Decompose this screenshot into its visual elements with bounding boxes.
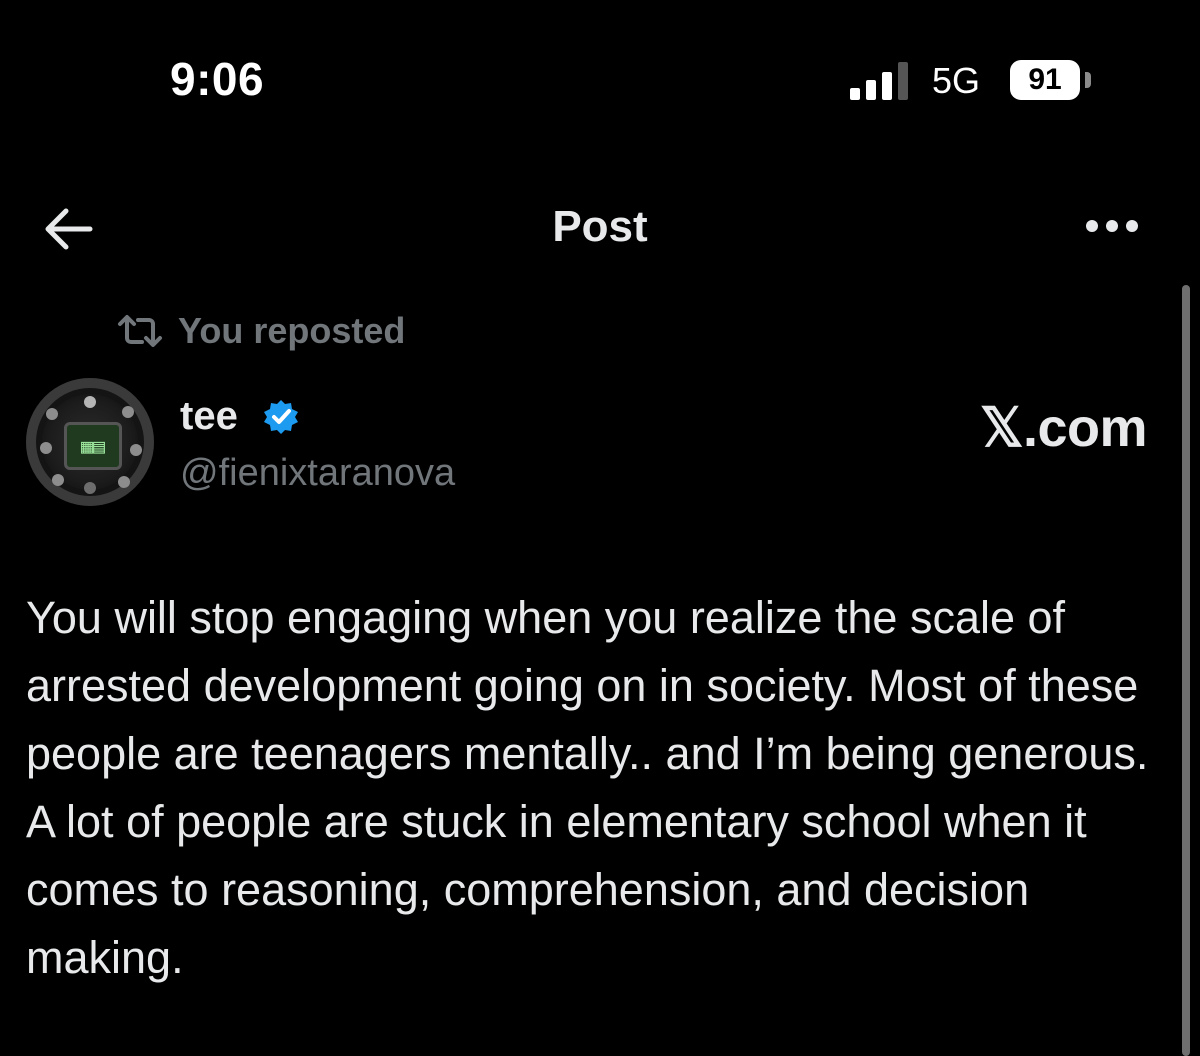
status-time: 9:06	[170, 53, 265, 105]
repost-label: You reposted	[178, 310, 406, 351]
author-name[interactable]: tee	[180, 394, 238, 439]
more-options-button[interactable]	[1082, 214, 1142, 238]
more-horizontal-icon	[1086, 220, 1098, 232]
battery-indicator: 91	[1010, 60, 1080, 100]
avatar-device-screen: ▦▤	[64, 422, 122, 470]
x-com-watermark: 𝕏.com	[980, 398, 1148, 458]
post-text: You will stop engaging when you realize …	[26, 592, 1149, 983]
author-handle[interactable]: @fienixtaranova	[180, 452, 455, 495]
repost-indicator: You reposted	[116, 308, 405, 354]
avatar-screen-icon: ▦▤	[80, 434, 106, 458]
scrollbar[interactable]	[1182, 285, 1190, 1056]
network-type: 5G	[932, 60, 981, 101]
repost-icon	[118, 315, 162, 347]
battery-level: 91	[1028, 63, 1062, 96]
battery-nub	[1085, 72, 1091, 88]
verified-badge-icon	[264, 400, 298, 434]
avatar[interactable]: ▦▤	[26, 378, 154, 506]
page-title: Post	[552, 202, 648, 251]
signal-strength-icon	[850, 62, 912, 100]
